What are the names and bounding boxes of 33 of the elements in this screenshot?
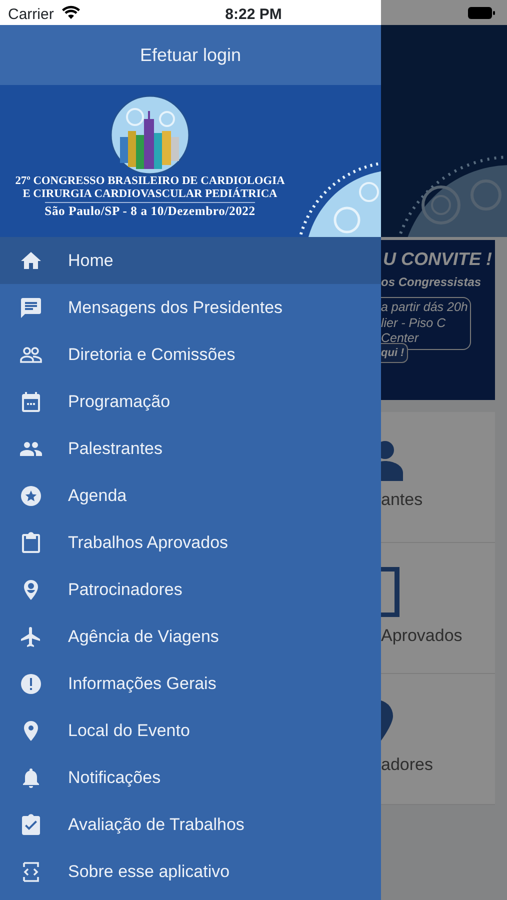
invite-title: U CONVITE ! <box>382 248 494 271</box>
clipboard-icon <box>19 530 43 554</box>
invite-detail: lier - Piso C <box>381 316 447 332</box>
menu-item[interactable]: Trabalhos Aprovados <box>0 519 381 566</box>
clock-label: 8:22 PM <box>225 5 282 25</box>
menu-item[interactable]: Home <box>0 237 381 284</box>
alert-icon <box>19 672 43 696</box>
wifi-icon <box>62 5 80 19</box>
menu-item[interactable]: Diretoria e Comissões <box>0 331 381 378</box>
congress-dates: São Paulo/SP - 8 a 10/Dezembro/2022 <box>44 202 256 219</box>
menu-item[interactable]: Palestrantes <box>0 425 381 472</box>
chat-icon <box>19 296 43 320</box>
carrier-label: Carrier <box>8 5 54 25</box>
menu-item[interactable]: Agenda <box>0 472 381 519</box>
invite-button[interactable]: qui ! <box>381 342 408 364</box>
menu-item[interactable]: Informações Gerais <box>0 660 381 707</box>
menu-item[interactable]: Agência de Viagens <box>0 613 381 660</box>
invite-detail: a partir dás 20h <box>381 300 469 316</box>
congress-title: 27º CONGRESSO BRASILEIRO DE CARDIOLOGIA <box>15 175 285 187</box>
menu-item[interactable]: Programação <box>0 378 381 425</box>
login-button[interactable]: Efetuar login <box>0 25 381 85</box>
menu-item[interactable]: Patrocinadores <box>0 566 381 613</box>
menu-item[interactable]: Notificações <box>0 754 381 801</box>
menu-item[interactable]: Sobre esse aplicativo <box>0 848 381 895</box>
menu-item[interactable]: Mensagens dos Presidentes <box>0 284 381 331</box>
menu-item[interactable]: Avaliação de Trabalhos <box>0 801 381 848</box>
menu-item[interactable]: Local do Evento <box>0 707 381 754</box>
calendar-icon <box>19 390 43 414</box>
checklist-icon <box>19 812 43 836</box>
congress-title: E CIRURGIA CARDIOVASCULAR PEDIÁTRICA <box>22 188 278 202</box>
battery-icon <box>468 7 495 19</box>
invite-subtitle: os Congressistas <box>381 274 482 291</box>
airplane-icon <box>19 624 43 648</box>
